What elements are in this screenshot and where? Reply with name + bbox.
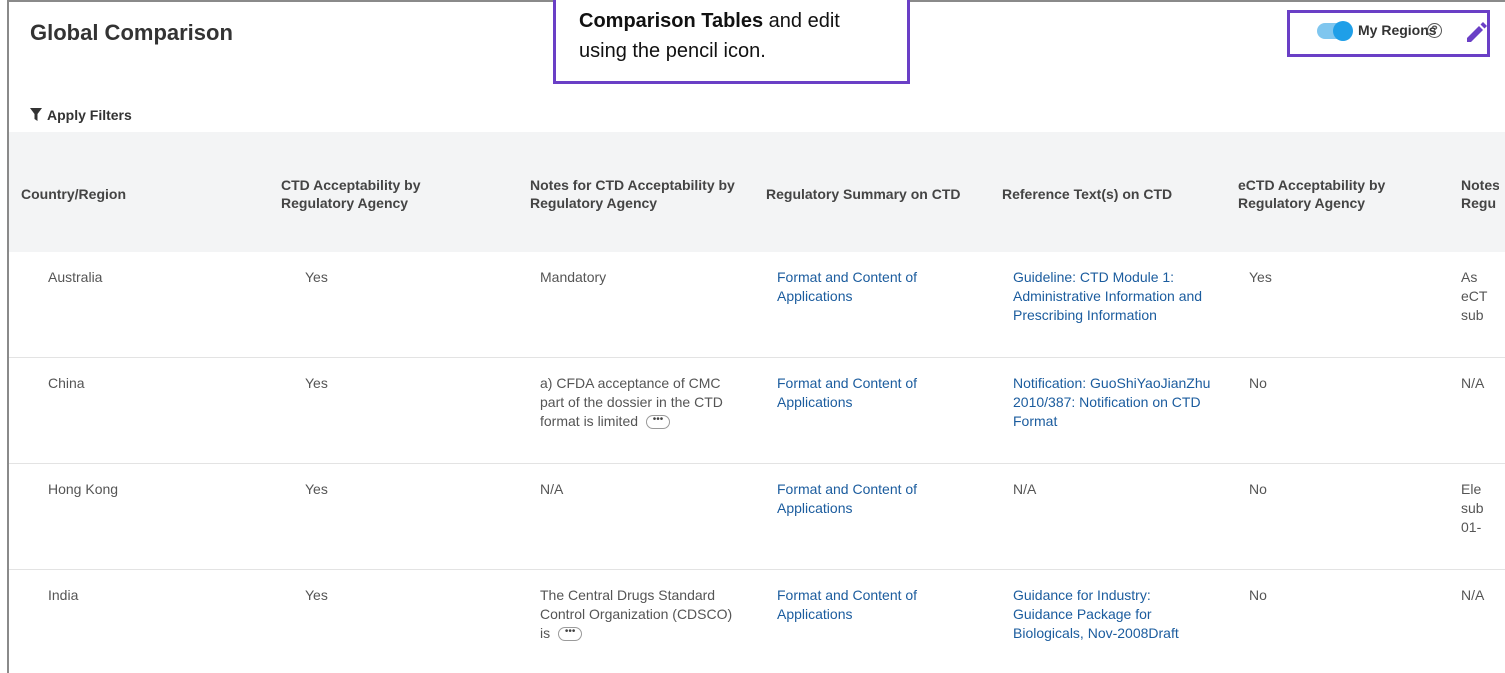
- cell-reference-link[interactable]: Notification: GuoShiYaoJianZhu 2010/387:…: [1013, 374, 1223, 431]
- my-regions-control: My Regions ?: [1287, 10, 1490, 57]
- column-header-reference-texts[interactable]: Reference Text(s) on CTD: [1002, 185, 1217, 203]
- apply-filters-button[interactable]: Apply Filters: [9, 102, 1505, 130]
- cell-notes: a) CFDA acceptance of CMC part of the do…: [540, 374, 740, 431]
- cell-ectd: No: [1249, 587, 1267, 603]
- cell-notes: The Central Drugs Standard Control Organ…: [540, 586, 740, 643]
- column-header-ectd-acceptability[interactable]: eCTD Acceptability by Regulatory Agency: [1238, 176, 1438, 212]
- column-header-country[interactable]: Country/Region: [21, 185, 221, 203]
- filter-icon: [30, 108, 42, 121]
- cell-ectd-notes: N/A: [1461, 375, 1485, 391]
- pencil-icon[interactable]: [1464, 18, 1488, 44]
- cell-notes: N/A: [540, 481, 564, 497]
- cell-summary-link[interactable]: Format and Content of Applications: [777, 374, 942, 412]
- table-row: Hong Kong Yes N/A Format and Content of …: [9, 464, 1505, 570]
- column-header-ectd-notes-text: Notes for eCTD Acceptability by Regu: [1461, 177, 1499, 211]
- column-header-ectd-notes[interactable]: Notes for eCTD Acceptability by Regu: [1461, 176, 1499, 216]
- cell-summary-link[interactable]: Format and Content of Applications: [777, 268, 942, 306]
- cell-reference-link[interactable]: Guidance for Industry: Guidance Package …: [1013, 586, 1198, 643]
- instruction-callout: Comparison Tables and edit using the pen…: [553, 0, 910, 84]
- my-regions-label: My Regions: [1358, 22, 1437, 38]
- page-title: Global Comparison: [30, 20, 233, 45]
- table-header: Country/Region CTD Acceptability by Regu…: [9, 132, 1505, 252]
- comparison-table: Country/Region CTD Acceptability by Regu…: [9, 132, 1505, 673]
- cell-country: Hong Kong: [48, 481, 119, 497]
- column-header-regulatory-summary[interactable]: Regulatory Summary on CTD: [766, 185, 981, 203]
- callout-text: and edit: [763, 10, 840, 32]
- help-icon[interactable]: ?: [1427, 23, 1442, 38]
- expand-more-button[interactable]: •••: [558, 627, 583, 642]
- cell-country: China: [48, 375, 85, 391]
- cell-ctd: Yes: [305, 587, 328, 603]
- table-row: India Yes The Central Drugs Standard Con…: [9, 570, 1505, 673]
- cell-ectd-notes: N/A: [1461, 587, 1485, 603]
- cell-notes: Mandatory: [540, 269, 607, 285]
- cell-ectd: No: [1249, 375, 1267, 391]
- cell-country: Australia: [48, 269, 103, 285]
- table-row: China Yes a) CFDA acceptance of CMC part…: [9, 358, 1505, 464]
- cell-country: India: [48, 587, 79, 603]
- callout-bold-text: Comparison Tables: [579, 10, 764, 32]
- column-header-ctd-acceptability[interactable]: CTD Acceptability by Regulatory Agency: [281, 176, 481, 212]
- column-header-ctd-notes[interactable]: Notes for CTD Acceptability by Regulator…: [530, 176, 740, 212]
- cell-notes-text: a) CFDA acceptance of CMC part of the do…: [540, 375, 723, 429]
- expand-more-button[interactable]: •••: [646, 415, 671, 430]
- toggle-knob: [1333, 21, 1353, 41]
- my-regions-toggle[interactable]: [1317, 21, 1353, 41]
- cell-reference-link[interactable]: Guideline: CTD Module 1: Administrative …: [1013, 268, 1213, 325]
- cell-ctd: Yes: [305, 375, 328, 391]
- cell-ectd-notes: As eCT sub: [1461, 269, 1488, 323]
- cell-summary-link[interactable]: Format and Content of Applications: [777, 480, 942, 518]
- cell-ectd-notes: Ele sub 01-: [1461, 481, 1484, 535]
- cell-ctd: Yes: [305, 481, 328, 497]
- cell-reference: N/A: [1013, 481, 1037, 497]
- cell-ectd: No: [1249, 481, 1267, 497]
- cell-summary-link[interactable]: Format and Content of Applications: [777, 586, 942, 624]
- cell-ectd: Yes: [1249, 269, 1272, 285]
- cell-ctd: Yes: [305, 269, 328, 285]
- callout-text-line2: using the pencil icon.: [579, 40, 766, 62]
- apply-filters-label: Apply Filters: [47, 107, 132, 123]
- table-row: Australia Yes Mandatory Format and Conte…: [9, 252, 1505, 358]
